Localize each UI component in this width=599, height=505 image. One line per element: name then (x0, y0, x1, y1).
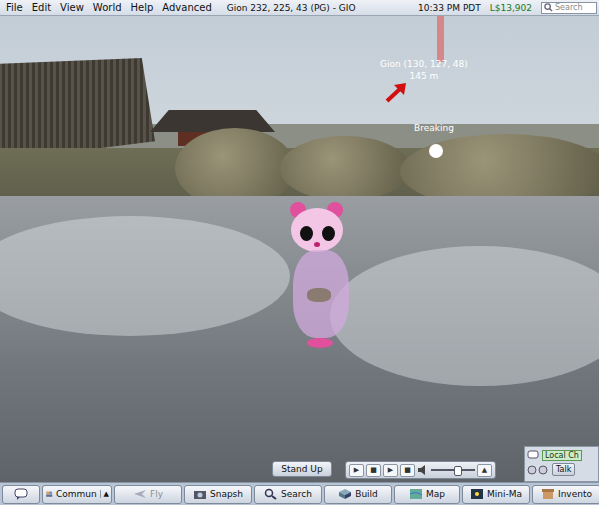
stand-up-button[interactable]: Stand Up (272, 461, 332, 477)
chat-icon (14, 488, 28, 500)
menu-item[interactable]: View (60, 2, 84, 13)
toolbar-button[interactable]: Build (324, 485, 392, 504)
search-field[interactable]: Search (541, 2, 597, 14)
toolbar-button[interactable] (2, 485, 40, 504)
time-label: 10:33 PM PDT (418, 3, 481, 13)
media-button[interactable]: ▶ (383, 464, 398, 477)
speaker-icon[interactable] (417, 464, 429, 476)
cursor-dot (429, 144, 443, 158)
build-icon (338, 488, 352, 500)
people-icon (45, 488, 53, 500)
temple-roof (150, 110, 275, 132)
toolbar-button[interactable]: Commun ▲ (42, 485, 112, 504)
toolbar-button[interactable]: Map (394, 485, 460, 504)
expand-button[interactable]: ▲ (477, 464, 492, 477)
location-label[interactable]: Gion 232, 225, 43 (PG) - GIO (227, 3, 356, 13)
beacon-label: Gion (130, 127, 48) 145 m (380, 58, 468, 82)
menu-bar: File Edit View World Help Advanced Gion 232, … (0, 0, 599, 16)
chat-panel: Local Ch Talk (524, 446, 599, 482)
camera-icon (193, 488, 207, 500)
direction-arrow-icon (384, 82, 408, 104)
magnifier-icon (544, 3, 553, 12)
beacon-beam (437, 16, 444, 62)
volume-slider[interactable] (431, 464, 475, 476)
toolbar-button[interactable]: Search (254, 485, 322, 504)
rock (280, 136, 410, 201)
hover-label: Breaking (414, 123, 454, 133)
gesture-icon[interactable] (527, 464, 549, 476)
media-button[interactable]: ■ (400, 464, 415, 477)
menu-item[interactable]: File (6, 2, 23, 13)
fly-icon (133, 488, 147, 500)
minimap-icon (470, 488, 484, 500)
menu-item[interactable]: Advanced (162, 2, 211, 13)
chat-bubble-icon[interactable] (527, 449, 539, 461)
balance-label[interactable]: L$13,902 (490, 3, 532, 13)
media-button[interactable]: ▶ (349, 464, 364, 477)
toolbar-button[interactable]: Fly (114, 485, 182, 504)
toolbar-button[interactable]: Snapsh (184, 485, 252, 504)
talk-button[interactable]: Talk (552, 463, 575, 476)
bottom-toolbar: Commun ▲ Fly Snapsh Search Build Map Min… (0, 482, 599, 505)
menu-item[interactable]: Help (131, 2, 154, 13)
local-chat-tab[interactable]: Local Ch (542, 450, 582, 461)
media-controls: ▶■▶■ ▲ (345, 461, 496, 479)
avatar[interactable] (285, 202, 355, 352)
toolbar-button[interactable]: Mini-Ma (462, 485, 530, 504)
inventory-icon (541, 488, 555, 500)
menu-item[interactable]: Edit (32, 2, 51, 13)
viewer-window: File Edit View World Help Advanced Gion 232, … (0, 0, 599, 505)
menu-item[interactable]: World (93, 2, 122, 13)
toolbar-button[interactable]: Invento (532, 485, 599, 504)
map-icon (409, 488, 423, 500)
search-icon (264, 488, 278, 500)
media-button[interactable]: ■ (366, 464, 381, 477)
world-view[interactable]: Gion (130, 127, 48) 145 m Breaking Stand… (0, 16, 599, 482)
